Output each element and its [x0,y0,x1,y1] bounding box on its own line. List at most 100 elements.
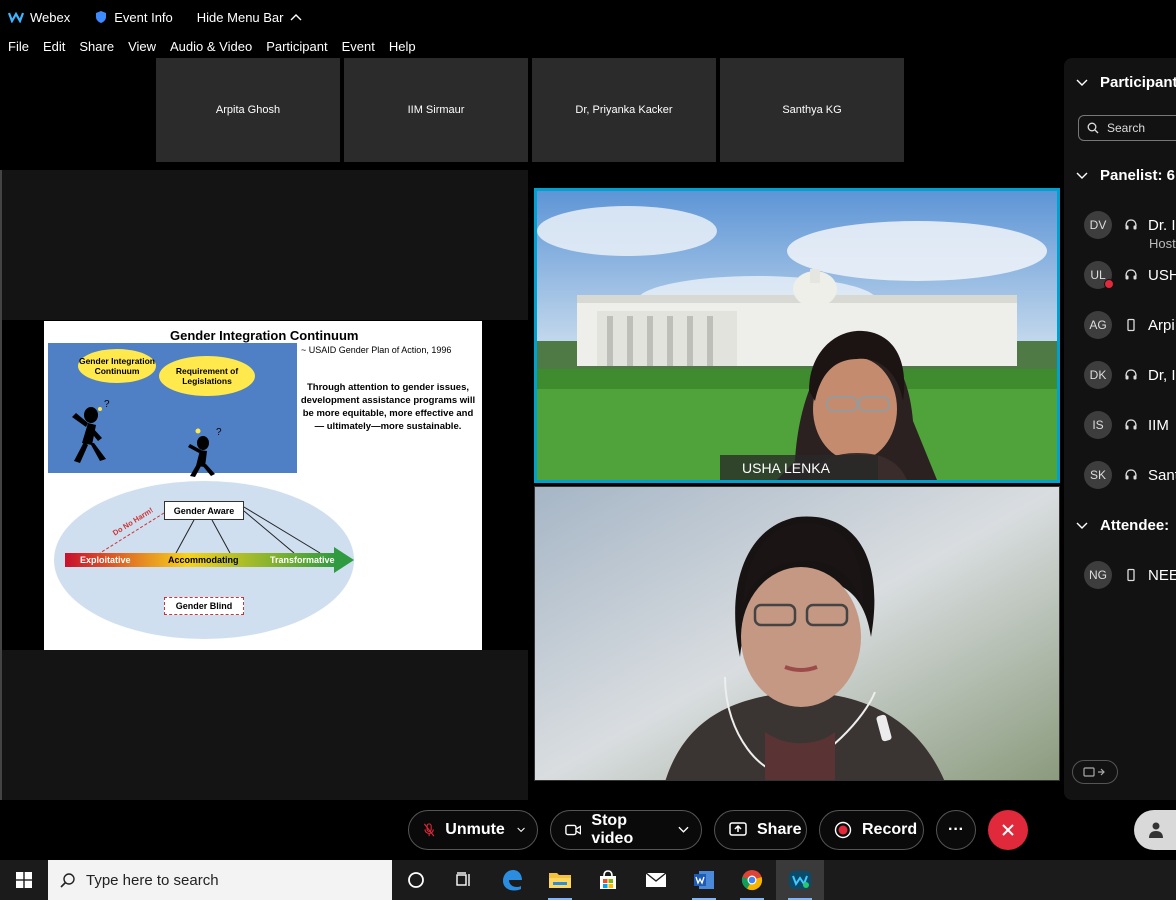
title-bar: Webex Event Info Hide Menu Bar [0,0,1176,34]
event-info-label: Event Info [114,9,173,25]
taskbar-search-placeholder: Type here to search [86,871,219,889]
filmstrip-tile[interactable]: IIM Sirmaur [344,58,528,162]
start-button[interactable] [0,860,48,900]
chevron-down-icon[interactable] [678,826,689,834]
edge-browser-button[interactable] [488,860,536,900]
headset-icon [1125,419,1137,430]
tile-name: Santhya KG [782,104,842,116]
participant-name: Arpi [1148,316,1175,334]
menu-file[interactable]: File [8,39,29,54]
mail-icon [645,872,667,887]
filmstrip-tile[interactable]: Arpita Ghosh [156,58,340,162]
share-screen-icon [729,822,747,836]
edge-icon [503,870,522,891]
menu-bar: File Edit Share View Audio & Video Parti… [0,34,1176,58]
campus-background-image [537,191,1057,480]
menu-audio-video[interactable]: Audio & Video [170,39,252,54]
gender-blind-box: Gender Blind [164,597,244,615]
folder-icon [549,873,571,888]
participant-name: Dr, I [1148,366,1176,384]
participant-row[interactable]: UL USH [1084,260,1176,290]
share-padding-top [2,170,528,320]
filmstrip-tile[interactable]: Santhya KG [720,58,904,162]
more-options-button[interactable]: ··· [936,810,976,850]
attendee-count: Attendee: [1100,517,1170,534]
attendee-section-header[interactable]: Attendee: [1076,517,1169,534]
transformative-label: Transformative [270,555,335,565]
participants-panel-header[interactable]: Participant [1076,74,1176,91]
headset-icon [1125,369,1137,380]
cortana-button[interactable] [392,860,440,900]
windows-logo-icon [16,872,32,888]
avatar: NG [1084,561,1112,589]
mail-button[interactable] [632,860,680,900]
record-icon [834,821,852,839]
event-info-button[interactable]: Event Info [94,10,173,25]
end-meeting-button[interactable] [988,810,1028,850]
accommodating-label: Accommodating [168,555,239,565]
stop-video-button[interactable]: Stop video [550,810,702,850]
store-icon [600,870,616,889]
participant-row[interactable]: AG Arpi [1084,310,1175,340]
menu-event[interactable]: Event [342,39,375,54]
sharing-badge [1104,279,1114,289]
filmstrip-tile[interactable]: Dr, Priyanka Kacker [532,58,716,162]
participant-row[interactable]: NG NEE [1084,560,1176,590]
webex-logo-icon [8,11,24,23]
headset-icon [1125,469,1137,480]
record-button[interactable]: Record [819,810,924,850]
muted-microphone-icon [423,823,435,837]
panelist-section-header[interactable]: Panelist: 6 [1076,167,1175,184]
word-button[interactable] [680,860,728,900]
participant-row[interactable]: DV Dr. I Host [1084,210,1176,251]
popout-panel-button[interactable] [1072,760,1118,784]
participant-name: IIM [1148,416,1169,434]
video-camera-icon [565,824,582,836]
panelist-count: Panelist: 6 [1100,167,1176,184]
chevron-up-icon [290,14,301,21]
task-view-button[interactable] [440,860,488,900]
participant-name: NEE [1148,566,1176,584]
avatar: AG [1084,311,1112,339]
microsoft-store-button[interactable] [584,860,632,900]
participant-row[interactable]: SK Sant [1084,460,1176,490]
app-title: Webex [0,10,70,25]
file-explorer-button[interactable] [536,860,584,900]
participant-row[interactable]: DK Dr, I [1084,360,1176,390]
participant-search-input[interactable]: Search [1078,115,1176,141]
menu-participant[interactable]: Participant [266,39,327,54]
share-padding-bottom [2,650,528,800]
menu-edit[interactable]: Edit [43,39,65,54]
chrome-icon [741,870,763,891]
chevron-down-icon[interactable] [517,826,525,834]
unmute-label: Unmute [445,821,505,838]
participant-name: USH [1148,266,1176,284]
hide-menu-bar-button[interactable]: Hide Menu Bar [197,10,302,25]
chevron-down-icon [1076,172,1088,179]
speaker-name: USHA LENKA [742,459,830,476]
menu-share[interactable]: Share [79,39,114,54]
active-speaker-video[interactable]: USHA LENKA [534,188,1060,483]
exploitative-label: Exploitative [80,555,131,565]
share-button[interactable]: Share [714,810,807,850]
avatar: DV [1084,211,1112,239]
participants-toggle-button[interactable] [1134,810,1176,850]
self-view-video[interactable] [534,486,1060,781]
participant-filmstrip: Arpita Ghosh IIM Sirmaur Dr, Priyanka Ka… [156,58,904,162]
cortana-icon [408,872,424,888]
participants-panel: Participant Search Panelist: 6 DV Dr. I … [1064,58,1176,800]
chrome-button[interactable] [728,860,776,900]
unmute-button[interactable]: Unmute [408,810,538,850]
presentation-slide: Gender Integration Continuum ? ? Gender … [44,321,482,650]
participant-row[interactable]: IS IIM [1084,410,1169,440]
taskbar-search-input[interactable]: Type here to search [48,860,392,900]
menu-help[interactable]: Help [389,39,416,54]
webex-taskbar-button[interactable] [776,860,824,900]
panel-title: Participant [1100,74,1176,91]
menu-view[interactable]: View [128,39,156,54]
search-placeholder: Search [1107,121,1146,135]
avatar: IS [1084,411,1112,439]
tile-name: Dr, Priyanka Kacker [575,104,673,116]
avatar: UL [1084,261,1114,289]
avatar: DK [1084,361,1112,389]
